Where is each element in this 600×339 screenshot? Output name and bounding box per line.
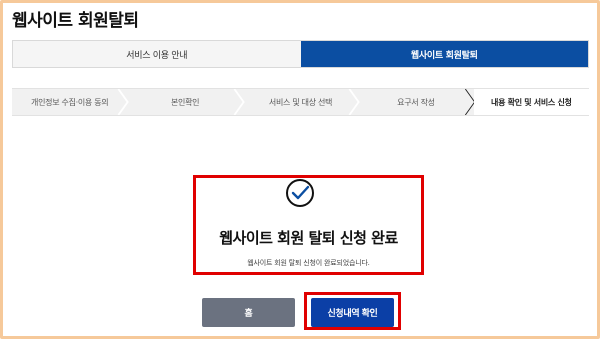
- tab-service-guide[interactable]: 서비스 이용 안내: [13, 41, 301, 67]
- completion-title: 웹사이트 회원 탈퇴 신청 완료: [219, 229, 398, 247]
- step-label: 개인정보 수집·이용 동의: [31, 97, 109, 107]
- step-identity: 본인확인: [127, 89, 245, 115]
- step-label: 내용 확인 및 서비스 신청: [491, 97, 572, 107]
- step-label: 서비스 및 대상 선택: [268, 97, 333, 107]
- completion-description: 웹사이트 회원 탈퇴 신청이 완료되었습니다.: [247, 259, 370, 267]
- check-circle-icon: [286, 179, 314, 207]
- home-button[interactable]: 홈: [202, 298, 295, 327]
- check-application-button[interactable]: 신청내역 확인: [311, 298, 394, 327]
- tab-website-withdrawal[interactable]: 웹사이트 회원탈퇴: [300, 41, 588, 67]
- tab-bar: 서비스 이용 안내 웹사이트 회원탈퇴: [12, 40, 589, 68]
- step-confirm-apply: 내용 확인 및 서비스 신청: [473, 89, 590, 115]
- progress-steps: 개인정보 수집·이용 동의 본인확인 서비스 및 대상 선택 요구서 작성 내용…: [12, 88, 590, 116]
- step-request-form: 요구서 작성: [358, 89, 475, 115]
- step-consent: 개인정보 수집·이용 동의: [12, 89, 130, 115]
- step-label: 본인확인: [170, 97, 200, 107]
- step-label: 요구서 작성: [397, 97, 435, 107]
- step-service-select: 서비스 및 대상 선택: [243, 89, 361, 115]
- page-title: 웹사이트 회원탈퇴: [12, 11, 139, 31]
